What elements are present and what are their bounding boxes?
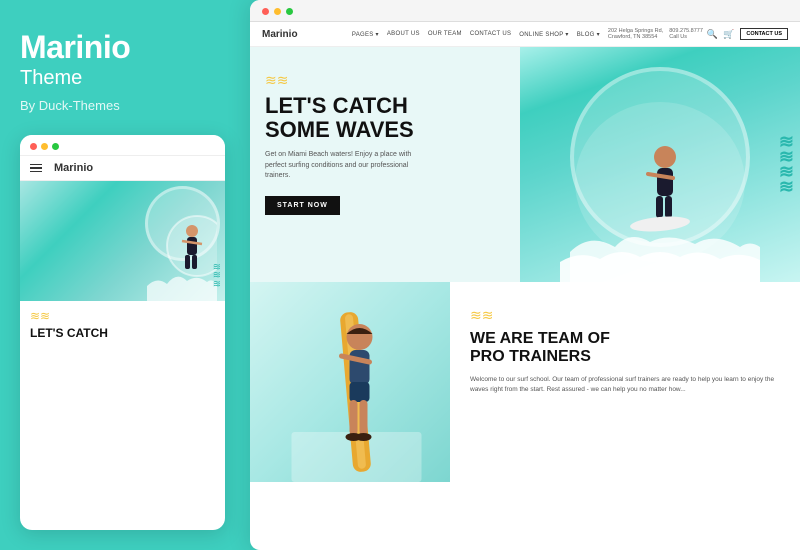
mobile-preview-card: Marinio ≋≋≋ ≋≋ — [20, 135, 225, 530]
nav-about: ABOUT US — [387, 31, 420, 37]
hero-section: ≋≋ LET'S CATCH SOME WAVES Get on Miami B… — [250, 47, 800, 282]
surfer-standing-svg — [292, 292, 422, 482]
zigzag-teal-mobile: ≋≋≋ — [213, 264, 221, 290]
browser-dot-red — [262, 8, 269, 15]
nav-shop: ONLINE SHOP ▾ — [519, 31, 568, 38]
mobile-headline: LET'S CATCH — [30, 326, 215, 340]
hero-subtext: Get on Miami Beach waters! Enjoy a place… — [265, 150, 425, 182]
contact-us-button[interactable]: CONTACT US — [740, 28, 788, 40]
nav-blog: BLOG ▾ — [577, 31, 600, 38]
surfer-wave-svg — [147, 206, 217, 301]
site-nav: Marinio PAGES ▾ ABOUT US OUR TEAM CONTAC… — [250, 22, 800, 47]
mobile-content: ≋≋ LET'S CATCH — [20, 301, 225, 530]
browser-chrome — [250, 0, 800, 22]
team-body-text: Welcome to our surf school. Our team of … — [470, 375, 780, 396]
nav-pages: PAGES ▾ — [352, 31, 379, 38]
nav-contact: CONTACT US — [470, 31, 511, 37]
right-panel: Marinio PAGES ▾ ABOUT US OUR TEAM CONTAC… — [250, 0, 800, 550]
site-logo: Marinio — [262, 29, 298, 40]
dot-green — [52, 143, 59, 150]
team-section: ≋≋ WE ARE TEAM OF PRO TRAINERS Welcome t… — [250, 282, 800, 482]
surfer-barrel-svg — [560, 82, 760, 282]
subtitle-text: Theme — [20, 67, 225, 90]
team-text: ≋≋ WE ARE TEAM OF PRO TRAINERS Welcome t… — [450, 282, 800, 482]
nav-address: 202 Helga Springs Rd, Crawford, TN 38554 — [608, 28, 663, 40]
hero-text: ≋≋ LET'S CATCH SOME WAVES Get on Miami B… — [265, 72, 455, 215]
dot-red — [30, 143, 37, 150]
author-text: By Duck-Themes — [20, 98, 225, 113]
wave-background: ≋≋≋≋ — [520, 47, 800, 282]
nav-phone: 809.275.8777 Call Us — [669, 28, 703, 40]
browser-dot-green — [286, 8, 293, 15]
nav-icons: 🔍 🛒 — [707, 29, 734, 40]
mobile-card-browser-dots — [20, 135, 225, 156]
zigzag-teal-hero: ≋≋≋≋ — [779, 134, 794, 195]
title-text: Marinio — [20, 30, 225, 65]
team-headline: WE ARE TEAM OF PRO TRAINERS — [470, 330, 780, 367]
hero-surf-image: ≋≋≋≋ — [520, 47, 800, 282]
search-icon[interactable]: 🔍 — [707, 29, 718, 40]
mobile-logo: Marinio — [54, 162, 93, 174]
hero-headline: LET'S CATCH SOME WAVES — [265, 94, 455, 142]
nav-team: OUR TEAM — [428, 31, 462, 37]
left-panel: Marinio Theme By Duck-Themes Marinio — [0, 0, 245, 550]
hamburger-icon — [30, 164, 42, 173]
theme-title: Marinio Theme By Duck-Themes — [20, 30, 225, 113]
hero-cta-button[interactable]: START NOW — [265, 196, 340, 215]
hero-zigzag-decoration: ≋≋ — [265, 72, 455, 89]
dot-yellow — [41, 143, 48, 150]
yellow-zigzag-mobile: ≋≋ — [30, 309, 215, 323]
mobile-hero-image: ≋≋≋ — [20, 181, 225, 301]
cart-icon[interactable]: 🛒 — [723, 29, 734, 40]
browser-dot-yellow — [274, 8, 281, 15]
mobile-nav: Marinio — [20, 156, 225, 181]
team-section-image — [250, 282, 450, 482]
team-zigzag: ≋≋ — [470, 307, 780, 324]
